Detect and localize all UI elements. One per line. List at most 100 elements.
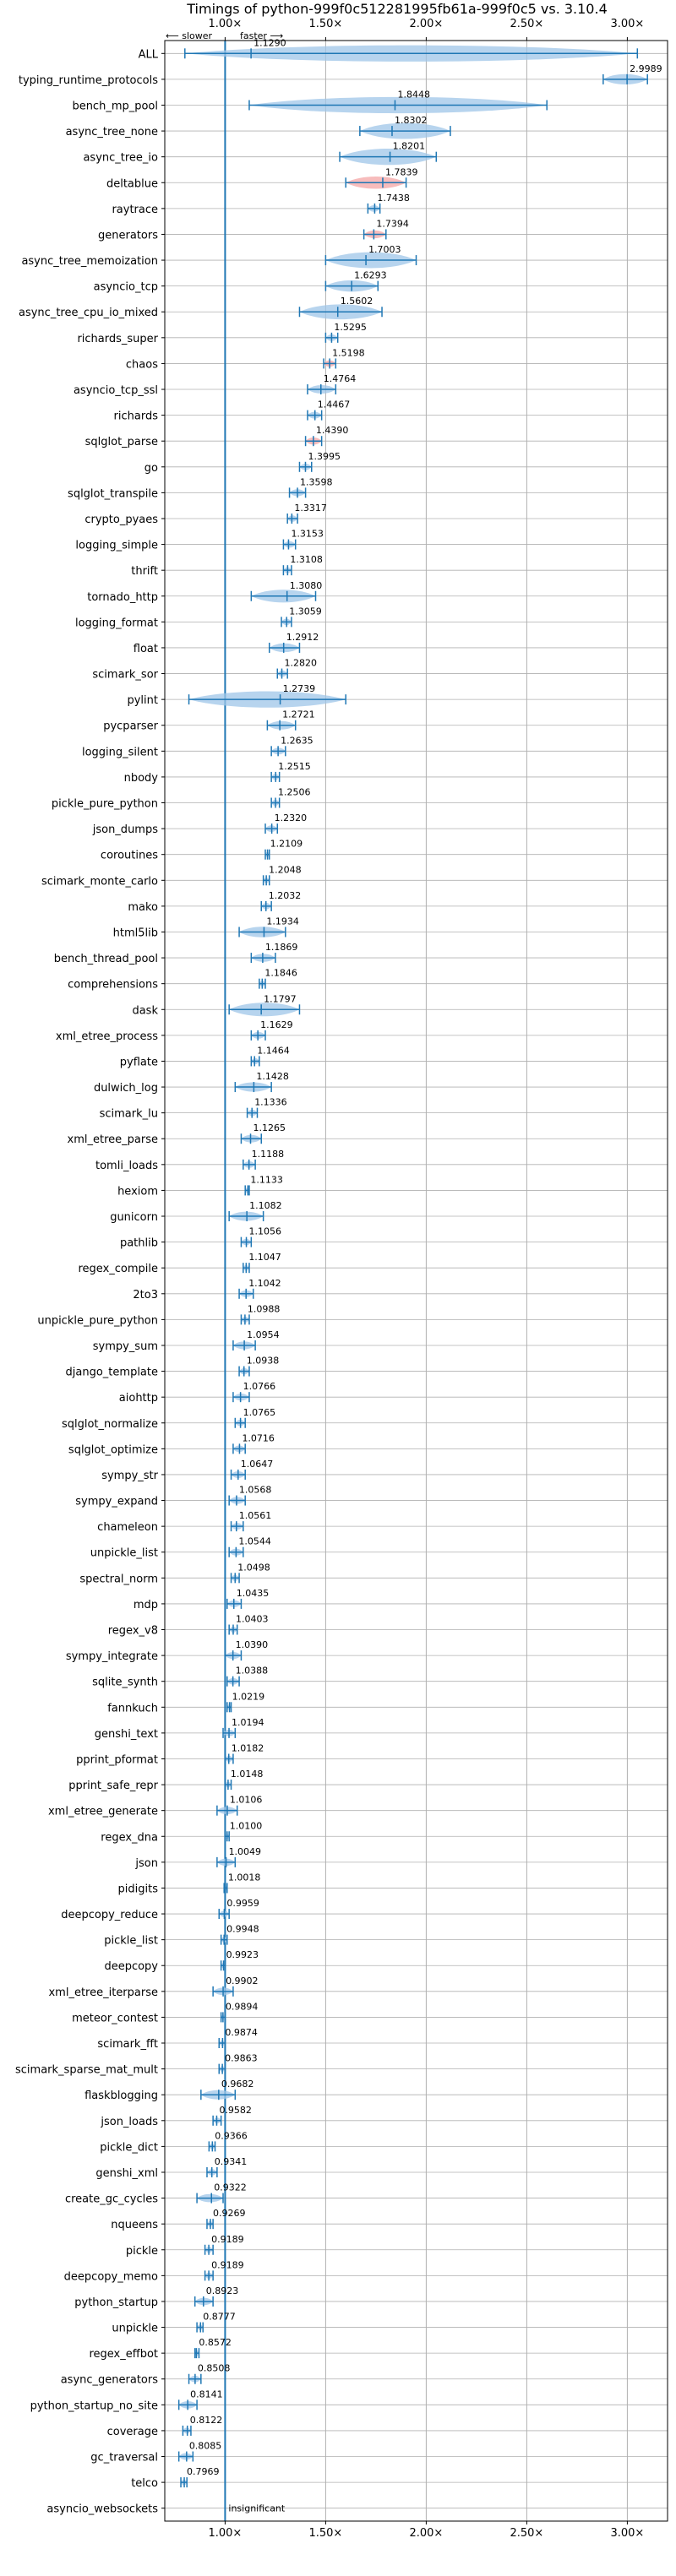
value-label: 1.2515 — [278, 761, 311, 772]
slower-direction-label: ⟵ slower — [166, 30, 213, 41]
category-label: json_loads — [100, 2116, 158, 2128]
value-label: 1.5602 — [341, 296, 373, 307]
category-label: xml_etree_generate — [48, 1806, 158, 1818]
category-label: comprehensions — [68, 979, 158, 992]
category-label: pidigits — [118, 1883, 159, 1895]
value-label: 1.1428 — [256, 1071, 289, 1082]
value-label: 0.8923 — [206, 2285, 239, 2296]
category-label: scimark_lu — [100, 1108, 158, 1121]
value-label: 1.0018 — [228, 1872, 261, 1883]
category-label: async_generators — [61, 2374, 159, 2387]
category-label: deltablue — [106, 177, 158, 190]
category-labels: ALL 1.1290 typing_runtime_protocols 2.9989 b… — [15, 37, 662, 2515]
category-label: coverage — [107, 2426, 158, 2438]
value-label: 0.9322 — [214, 2182, 247, 2193]
value-label: 1.3995 — [308, 451, 341, 462]
category-label: deepcopy_reduce — [61, 1909, 158, 1921]
category-label: sympy_integrate — [66, 1650, 158, 1663]
category-label: dulwich_log — [94, 1082, 158, 1095]
value-label: 1.1290 — [254, 37, 286, 48]
value-label: 1.2320 — [275, 812, 308, 823]
value-label: 1.5295 — [334, 322, 367, 333]
value-label: 0.9189 — [211, 2234, 244, 2245]
value-label: 0.9863 — [225, 2053, 258, 2064]
value-label: 1.0938 — [247, 1356, 280, 1367]
value-label: 1.0182 — [232, 1742, 264, 1753]
value-label: 1.7394 — [376, 218, 409, 229]
top-tick-label: 2.50× — [510, 18, 543, 30]
category-label: xml_etree_process — [56, 1030, 158, 1043]
category-label: pickle_dict — [100, 2141, 158, 2154]
category-label: aiohttp — [119, 1392, 158, 1405]
value-label: 1.1056 — [249, 1226, 282, 1237]
value-label: 1.1188 — [252, 1149, 285, 1160]
value-label: 1.8302 — [395, 115, 428, 126]
category-label: richards_super — [77, 333, 158, 345]
bottom-tick-label: 2.00× — [409, 2527, 443, 2540]
value-label: 1.3317 — [294, 503, 327, 514]
value-label: 1.8448 — [397, 89, 430, 100]
insignificant-label: insignificant — [228, 2503, 286, 2514]
value-label: 0.8085 — [189, 2441, 222, 2452]
category-label: django_template — [66, 1367, 158, 1379]
value-label: 0.8141 — [190, 2389, 223, 2399]
value-label: 1.1464 — [257, 1045, 290, 1056]
value-label: 0.8777 — [203, 2312, 236, 2323]
category-label: sqlglot_parse — [85, 436, 158, 448]
value-label: 1.7839 — [385, 166, 418, 177]
category-label: regex_v8 — [108, 1625, 158, 1638]
value-label: 1.0219 — [232, 1691, 265, 1702]
category-label: pylint — [127, 694, 158, 707]
bottom-x-axis: 1.00× 1.50× 2.00× 2.50× 3.00× — [208, 2521, 644, 2540]
category-label: logging_silent — [82, 746, 158, 758]
plot-frame — [164, 40, 668, 2522]
category-label: thrift — [131, 565, 158, 578]
top-tick-label: 2.00× — [409, 18, 443, 30]
category-label: telco — [131, 2477, 158, 2490]
value-label: 0.9341 — [215, 2156, 248, 2167]
value-label: 1.2048 — [269, 864, 302, 875]
value-label: 1.1797 — [264, 993, 297, 1004]
value-label: 0.8122 — [190, 2415, 223, 2426]
top-tick-label: 1.50× — [308, 18, 342, 30]
category-label: gc_traversal — [90, 2452, 158, 2465]
value-label: 1.0049 — [229, 1846, 262, 1857]
value-label: 1.6293 — [354, 270, 387, 281]
value-label: 1.7003 — [368, 244, 401, 255]
category-label: hexiom — [117, 1185, 158, 1198]
value-label: 1.1629 — [260, 1019, 293, 1030]
category-label: async_tree_memoization — [21, 255, 158, 268]
value-label: 1.1336 — [254, 1097, 287, 1108]
category-label: richards — [114, 410, 159, 423]
value-label: 1.2109 — [270, 839, 303, 850]
category-label: pycparser — [103, 720, 158, 733]
value-label: 0.9582 — [219, 2105, 252, 2116]
top-tick-label: 1.00× — [208, 18, 242, 30]
value-label: 1.2912 — [286, 632, 319, 643]
category-label: sympy_str — [101, 1470, 158, 1482]
category-label: python_startup_no_site — [30, 2399, 158, 2412]
category-label: async_tree_cpu_io_mixed — [19, 307, 158, 319]
value-label: 1.0766 — [243, 1381, 276, 1392]
value-label: 1.2506 — [278, 787, 311, 798]
category-label: mako — [128, 901, 158, 914]
value-label: 1.1133 — [250, 1174, 283, 1185]
category-label: asyncio_websockets — [46, 2503, 158, 2516]
category-label: bench_mp_pool — [72, 100, 158, 112]
value-label: 1.0403 — [236, 1614, 269, 1625]
value-label: 1.1846 — [264, 968, 297, 979]
category-label: asyncio_tcp_ssl — [74, 384, 158, 397]
category-label: json_dumps — [92, 823, 158, 836]
category-label: 2to3 — [133, 1289, 158, 1302]
category-label: spectral_norm — [79, 1573, 158, 1585]
category-label: fannkuch — [107, 1702, 158, 1715]
value-label: 0.9366 — [215, 2130, 247, 2141]
value-label: 1.0390 — [236, 1639, 269, 1650]
value-label: 0.8508 — [198, 2363, 230, 2374]
value-label: 0.9923 — [226, 1949, 259, 1960]
category-label: sympy_sum — [93, 1340, 158, 1353]
category-label: chameleon — [97, 1521, 158, 1534]
violin-chart: Timings of python-999f0c512281995fb61a-9… — [15, 1, 668, 2540]
value-label: 0.9959 — [226, 1898, 259, 1909]
category-label: chaos — [126, 358, 158, 371]
